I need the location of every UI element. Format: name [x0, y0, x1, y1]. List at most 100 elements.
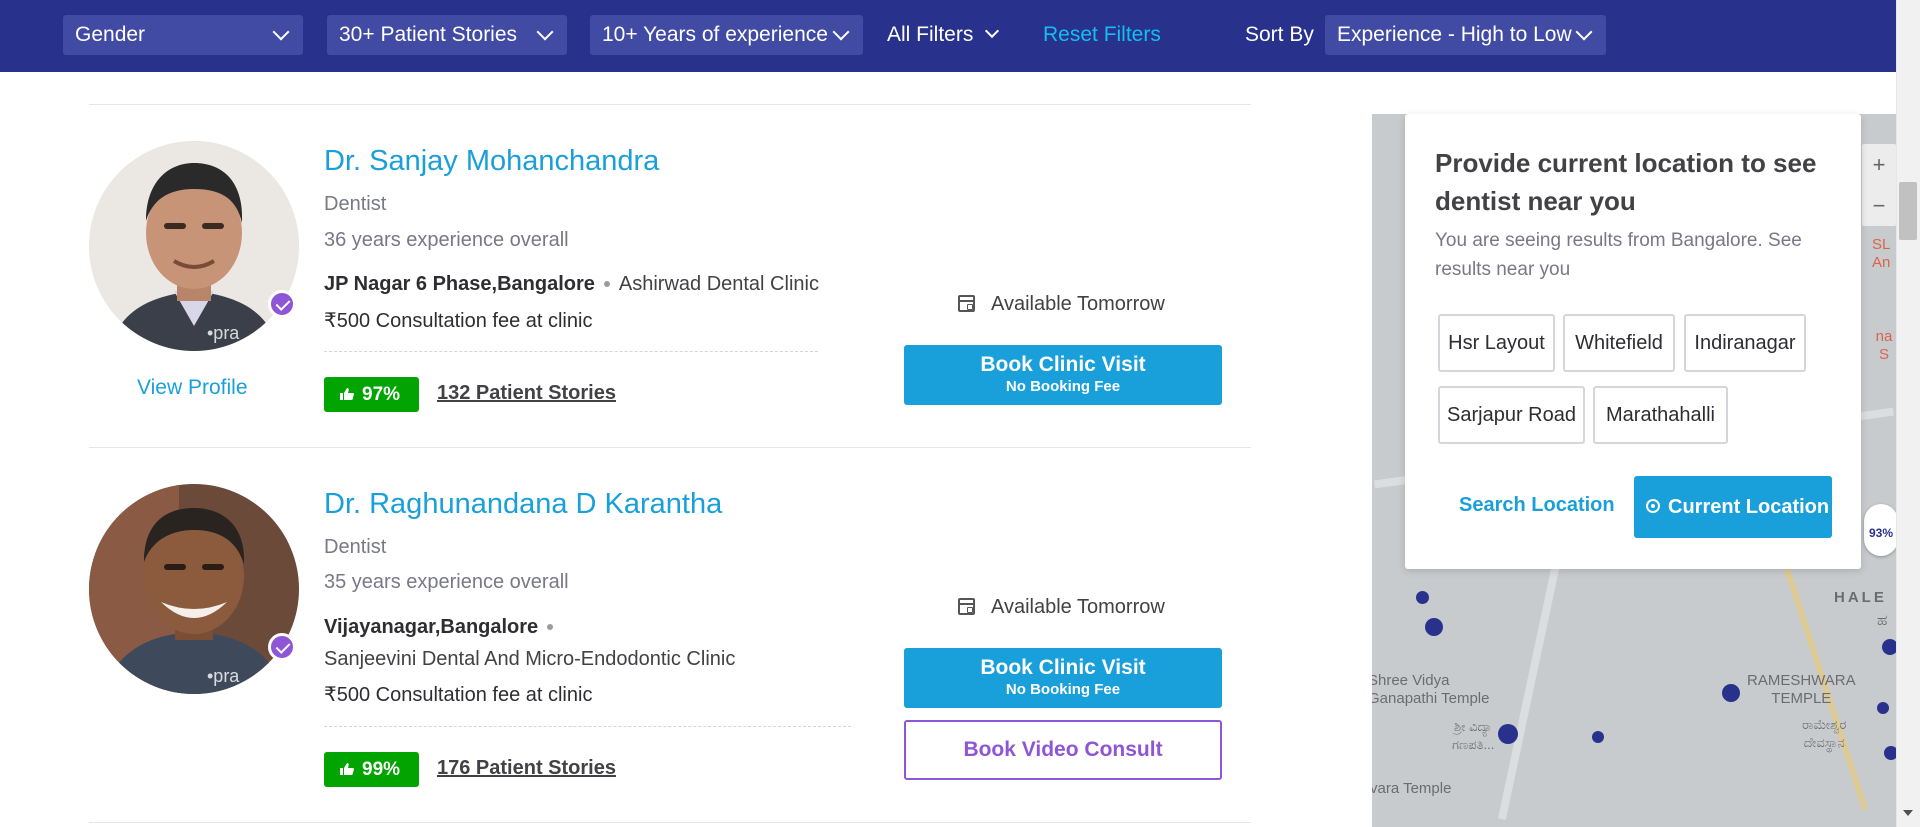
verified-badge-icon — [268, 633, 296, 661]
reset-filters-link[interactable]: Reset Filters — [1043, 15, 1161, 55]
sort-select-value: Experience - High to Low — [1337, 23, 1572, 46]
verified-badge-icon — [268, 290, 296, 318]
doctor-location: Vijayanagar,Bangalore — [324, 616, 562, 639]
chevron-down-icon — [1575, 23, 1593, 41]
all-filters-label: All Filters — [887, 23, 974, 46]
locate-icon — [1646, 499, 1660, 513]
doctor-name[interactable]: Dr. Sanjay Mohanchandra — [324, 145, 659, 178]
zoom-out-button[interactable]: − — [1862, 185, 1896, 226]
patient-stories-link[interactable]: 176 Patient Stories — [437, 757, 616, 780]
map-marker[interactable] — [1592, 731, 1604, 743]
photo-watermark: •pra — [207, 323, 240, 343]
book-video-consult-button[interactable]: Book Video Consult — [904, 720, 1222, 780]
dashed-divider — [324, 351, 818, 352]
thumbs-up-icon — [340, 388, 354, 400]
zoom-in-button[interactable]: + — [1862, 144, 1896, 185]
availability-text: Available Tomorrow — [991, 596, 1165, 618]
map-poi-label: RAMESHWARA TEMPLE — [1747, 672, 1856, 707]
chevron-down-icon — [536, 23, 554, 41]
doctor-locality[interactable]: JP Nagar 6 Phase,Bangalore — [324, 273, 595, 295]
divider — [89, 822, 1251, 823]
gender-filter[interactable]: Gender — [63, 15, 303, 55]
doctor-clinic[interactable]: Sanjeevini Dental And Micro-Endodontic C… — [324, 648, 735, 671]
map-marker[interactable] — [1498, 724, 1518, 744]
patient-stories-link[interactable]: 132 Patient Stories — [437, 382, 616, 405]
separator-dot — [547, 624, 554, 630]
map-poi-label-kn: ರಾಮೇಶ್ವರ ದೇವಸ್ಥಾನ — [1802, 717, 1847, 750]
chevron-down-icon — [272, 23, 290, 41]
availability-text: Available Tomorrow — [991, 293, 1165, 315]
doctor-specialty: Dentist — [324, 536, 387, 558]
map-area-label-kn: ಹ — [1877, 612, 1888, 629]
chevron-down-icon — [985, 23, 1000, 39]
doctor-photo-illustration — [89, 141, 299, 351]
doctor-photo[interactable]: •pra — [89, 484, 299, 694]
map-marker[interactable] — [1416, 591, 1429, 604]
map-poi-label: Shree Vidya Ganapathi Temple — [1372, 672, 1490, 707]
view-profile-link[interactable]: View Profile — [137, 376, 248, 400]
book-clinic-visit-button[interactable]: Book Clinic Visit No Booking Fee — [904, 345, 1222, 405]
thumbs-up-icon — [340, 763, 354, 775]
dashed-divider — [324, 726, 851, 727]
patient-stories-filter[interactable]: 30+ Patient Stories — [327, 15, 567, 55]
no-booking-fee-label: No Booking Fee — [1005, 378, 1121, 395]
doctor-locality[interactable]: Vijayanagar,Bangalore — [324, 616, 538, 638]
map-marker[interactable] — [1425, 618, 1443, 636]
map-marker[interactable] — [1884, 746, 1896, 760]
map-area-label: HALE — [1834, 589, 1887, 606]
map-edge-label: SL An — [1872, 236, 1891, 271]
current-location-button[interactable]: Current Location — [1634, 476, 1832, 538]
map-poi-label-kn: ಶ್ರೀ ವಿದ್ಯಾ ಗಣಪತಿ... — [1452, 719, 1495, 752]
rating-badge: 99% — [324, 752, 419, 787]
doctor-photo-illustration — [89, 484, 299, 694]
search-location-link[interactable]: Search Location — [1459, 494, 1615, 517]
popup-subtitle: You are seeing results from Bangalore. S… — [1435, 230, 1802, 280]
patient-stories-filter-label: 30+ Patient Stories — [339, 23, 518, 46]
location-chip-whitefield[interactable]: Whitefield — [1563, 314, 1675, 372]
location-chip-indiranagar[interactable]: Indiranagar — [1684, 314, 1806, 372]
map-marker[interactable] — [1882, 639, 1896, 655]
current-location-label: Current Location — [1668, 496, 1830, 518]
experience-filter[interactable]: 10+ Years of experience — [590, 15, 863, 55]
page-scrollbar[interactable] — [1896, 0, 1920, 827]
map-marker[interactable] — [1877, 702, 1889, 714]
doctor-clinic[interactable]: Ashirwad Dental Clinic — [619, 273, 819, 295]
scroll-down-arrow-icon[interactable] — [1903, 810, 1913, 816]
map-marker[interactable] — [1722, 684, 1740, 702]
chevron-down-icon — [832, 23, 850, 41]
gender-filter-label: Gender — [75, 23, 146, 46]
map-edge-label: na S — [1875, 328, 1893, 363]
book-clinic-visit-label: Book Clinic Visit — [980, 656, 1146, 679]
sort-by-label: Sort By — [1245, 23, 1314, 46]
scrollbar-thumb[interactable] — [1899, 182, 1917, 240]
map-pin-rating: 93% — [1868, 526, 1894, 540]
experience-filter-label: 10+ Years of experience — [602, 23, 828, 46]
filter-bar: Gender 30+ Patient Stories 10+ Years of … — [0, 0, 1896, 72]
divider — [89, 104, 1251, 105]
consultation-fee: ₹500 Consultation fee at clinic — [324, 684, 593, 706]
divider — [89, 447, 1251, 448]
calendar-icon — [958, 295, 975, 312]
calendar-icon — [958, 598, 975, 615]
doctor-experience: 35 years experience overall — [324, 571, 569, 593]
book-clinic-visit-button[interactable]: Book Clinic Visit No Booking Fee — [904, 648, 1222, 708]
book-clinic-visit-label: Book Clinic Visit — [980, 353, 1146, 376]
photo-watermark: •pra — [207, 666, 240, 686]
map-rating-pin[interactable]: 93% — [1864, 504, 1896, 556]
sort-select[interactable]: Experience - High to Low — [1325, 15, 1606, 55]
doctor-name[interactable]: Dr. Raghunandana D Karantha — [324, 488, 722, 521]
no-booking-fee-label: No Booking Fee — [1005, 681, 1121, 698]
all-filters-button[interactable]: All Filters — [887, 15, 1000, 55]
rating-badge: 97% — [324, 377, 419, 412]
map-poi-label: vara Temple — [1372, 780, 1452, 797]
doctor-experience: 36 years experience overall — [324, 229, 569, 251]
doctor-location: JP Nagar 6 Phase,Bangalore Ashirwad Denta… — [324, 273, 819, 296]
location-chip-hsr-layout[interactable]: Hsr Layout — [1438, 314, 1555, 372]
consultation-fee: ₹500 Consultation fee at clinic — [324, 310, 593, 332]
rating-value: 99% — [362, 759, 401, 780]
separator-dot — [603, 281, 610, 287]
doctor-photo[interactable]: •pra — [89, 141, 299, 351]
location-chip-sarjapur-road[interactable]: Sarjapur Road — [1438, 386, 1585, 444]
location-chip-marathahalli[interactable]: Marathahalli — [1593, 386, 1728, 444]
location-popup: Provide current location to see dentist … — [1405, 114, 1861, 569]
